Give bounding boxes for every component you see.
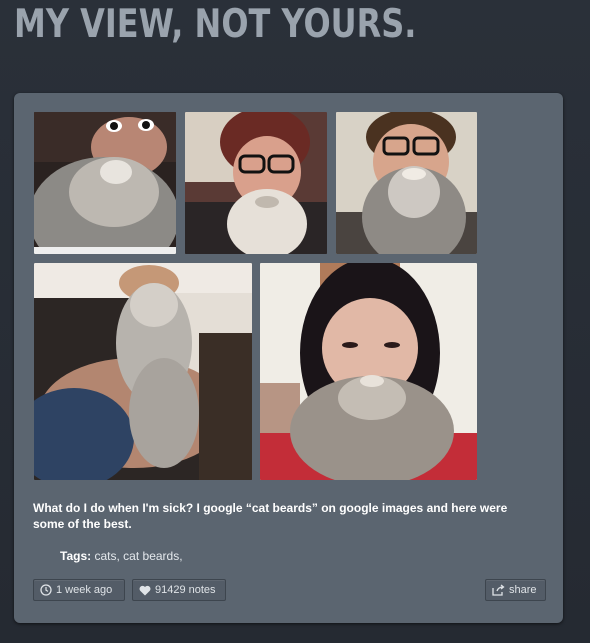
post-card: What do I do when I'm sick? I google “ca… [14, 93, 563, 623]
tag-separator: , [116, 549, 120, 563]
tags-label: Tags: [60, 549, 92, 563]
post-caption: What do I do when I'm sick? I google “ca… [33, 501, 508, 531]
share-icon [492, 584, 505, 596]
clock-icon [40, 584, 52, 596]
cat-beard-photo-5[interactable] [260, 263, 477, 480]
cat-beard-photo-3[interactable] [336, 112, 477, 254]
cat-beard-photo-1[interactable] [34, 112, 176, 254]
notes-button[interactable]: 91429 notes [132, 579, 226, 601]
tag-link-cats[interactable]: cats [94, 549, 116, 563]
share-label: share [509, 584, 537, 596]
tag-link-cat-beards[interactable]: cat beards [123, 549, 179, 563]
time-label: 1 week ago [56, 584, 113, 596]
cat-beard-photo-4[interactable] [34, 263, 252, 480]
post-time-button[interactable]: 1 week ago [33, 579, 125, 601]
post-tags: Tags: cats, cat beards, [60, 549, 183, 563]
share-button[interactable]: share [485, 579, 546, 601]
blog-title[interactable]: MY VIEW, NOT YOURS. [14, 2, 416, 47]
heart-icon [139, 585, 151, 596]
cat-beard-photo-2[interactable] [185, 112, 327, 254]
tag-separator: , [179, 549, 183, 563]
notes-label: 91429 notes [155, 584, 216, 596]
